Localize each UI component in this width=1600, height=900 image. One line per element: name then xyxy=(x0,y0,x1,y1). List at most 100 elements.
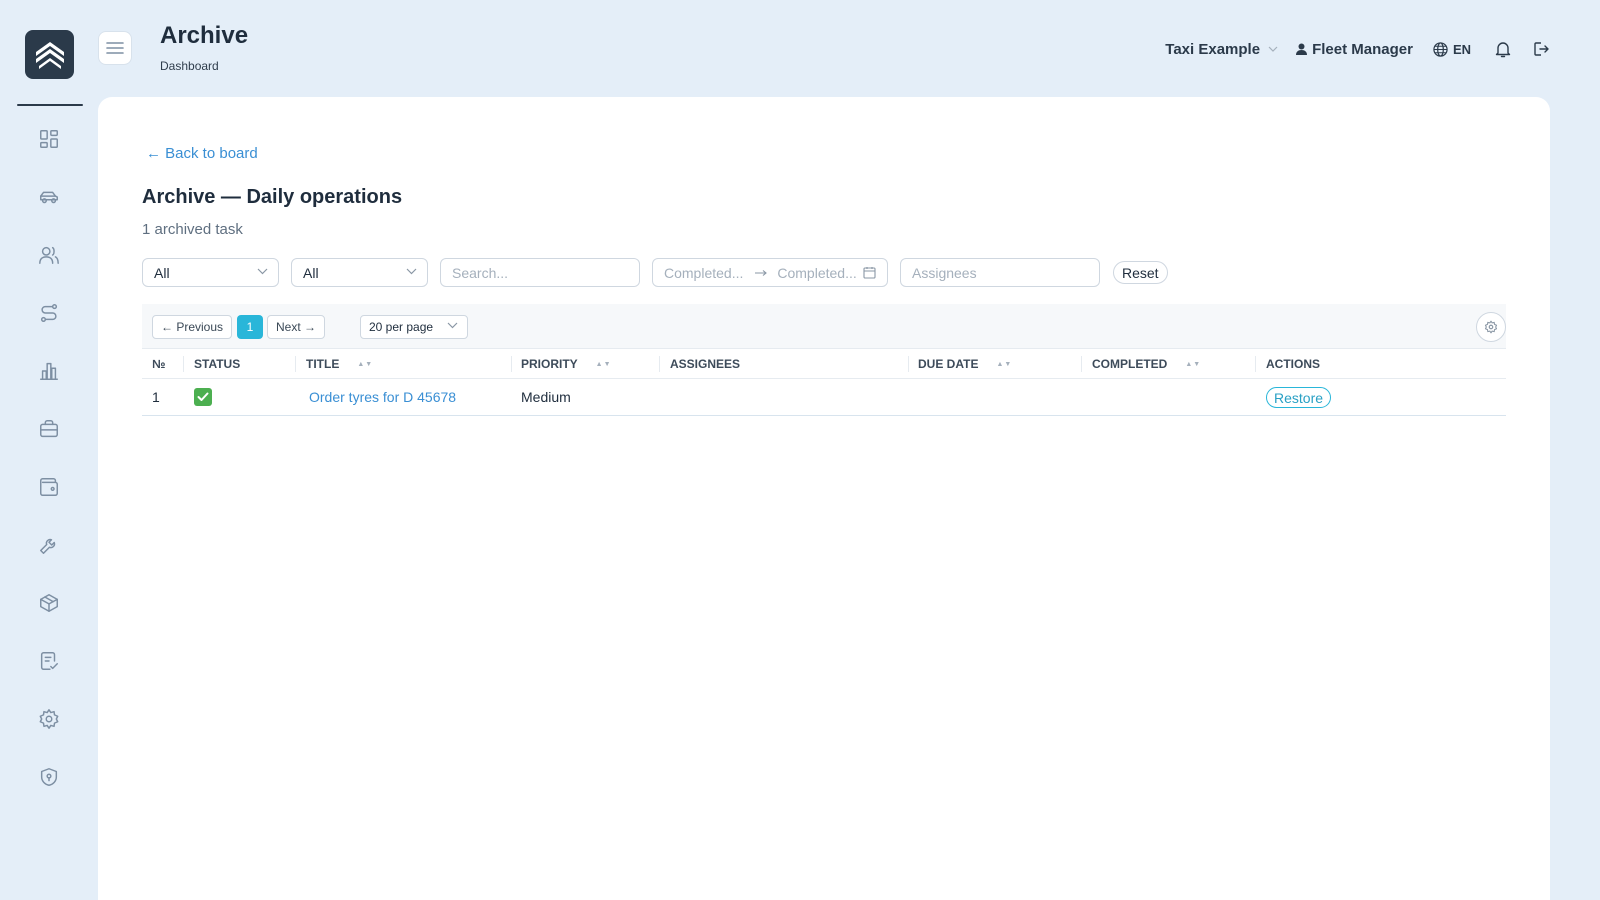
sidebar-item-reports[interactable] xyxy=(36,358,62,384)
status-filter-select[interactable]: All xyxy=(142,258,279,287)
shield-icon xyxy=(40,768,58,786)
chevron-down-icon xyxy=(406,268,417,275)
calendar-icon xyxy=(863,267,876,279)
table-header: № Status Title ▲▼ Priority ▲▼ Assignees … xyxy=(142,349,1506,379)
per-page-value: 20 per page xyxy=(369,320,434,334)
status-filter-value: All xyxy=(154,265,170,281)
row-number: 1 xyxy=(152,389,160,405)
sidebar-item-vehicles[interactable] xyxy=(36,184,62,210)
column-header-status: Status xyxy=(194,357,241,371)
column-header-completed[interactable]: Completed ▲▼ xyxy=(1092,357,1201,371)
logo-chevrons-icon xyxy=(35,41,64,69)
archived-count: 1 archived task xyxy=(142,221,243,238)
restore-button[interactable]: Restore xyxy=(1266,387,1332,408)
column-header-title[interactable]: Title ▲▼ xyxy=(306,357,373,371)
previous-page-button[interactable]: ← Previous xyxy=(152,315,233,339)
archive-table: ← Previous 1 Next → 20 per page № Status… xyxy=(142,304,1506,416)
sort-icon[interactable]: ▲▼ xyxy=(596,361,612,368)
chevron-down-icon xyxy=(447,322,458,329)
dashboard-icon xyxy=(40,130,58,148)
chevron-down-icon xyxy=(1268,46,1278,52)
sidebar-item-jobs[interactable] xyxy=(36,416,62,442)
user-menu[interactable]: Fleet Manager xyxy=(1296,41,1413,58)
language-code: EN xyxy=(1452,41,1471,57)
car-icon xyxy=(40,191,58,204)
column-header-number: № xyxy=(152,357,166,371)
completed-date-range[interactable]: Completed... Completed... xyxy=(652,258,888,287)
column-header-due-date[interactable]: Due date ▲▼ xyxy=(918,357,1012,371)
page-title: Archive xyxy=(160,22,249,49)
column-divider xyxy=(511,356,512,372)
globe-icon xyxy=(1433,41,1448,57)
language-selector[interactable]: EN xyxy=(1433,42,1471,57)
table-settings-button[interactable] xyxy=(1476,312,1506,342)
wallet-icon xyxy=(40,478,58,496)
column-header-title-label: Title xyxy=(306,357,340,371)
route-icon xyxy=(40,304,58,322)
user-icon xyxy=(1296,43,1308,55)
sidebar-item-users[interactable] xyxy=(36,242,62,268)
sidebar xyxy=(0,0,98,900)
completed-to-field[interactable]: Completed... xyxy=(777,265,856,281)
column-divider xyxy=(183,356,184,372)
bell-icon xyxy=(1495,42,1511,58)
priority-filter-select[interactable]: All xyxy=(291,258,428,287)
gear-icon xyxy=(1484,320,1498,334)
column-header-completed-label: Completed xyxy=(1092,357,1168,371)
notifications-button[interactable] xyxy=(1495,40,1511,58)
archive-title: Archive — Daily operations xyxy=(142,186,403,208)
logout-button[interactable] xyxy=(1533,41,1550,57)
app-logo[interactable] xyxy=(25,30,74,79)
column-header-priority-label: Priority xyxy=(521,357,578,371)
logout-icon xyxy=(1534,42,1549,56)
sidebar-item-security[interactable] xyxy=(36,764,62,790)
sidebar-item-tasks[interactable] xyxy=(36,648,62,674)
current-page-button[interactable]: 1 xyxy=(237,315,263,339)
table-row: 1 Order tyres for D 45678 Medium Restore xyxy=(142,379,1506,416)
column-divider xyxy=(908,356,909,372)
company-name: Taxi Example xyxy=(1165,40,1261,58)
hamburger-icon xyxy=(106,42,124,54)
topbar-actions: Taxi Example Fleet Manager EN xyxy=(1165,38,1550,60)
arrow-right-icon xyxy=(755,269,768,276)
assignees-filter-input[interactable] xyxy=(900,258,1100,287)
column-header-priority[interactable]: Priority ▲▼ xyxy=(521,357,612,371)
search-input[interactable] xyxy=(440,258,640,287)
menu-toggle-button[interactable] xyxy=(98,31,132,65)
package-icon xyxy=(40,594,58,612)
sidebar-divider xyxy=(17,104,83,106)
sidebar-item-maintenance[interactable] xyxy=(36,532,62,558)
completed-from-field[interactable]: Completed... xyxy=(664,265,743,281)
bar-chart-icon xyxy=(40,362,58,380)
filter-bar: All All Completed... Completed... Reset xyxy=(142,258,1542,287)
task-priority: Medium xyxy=(521,389,571,405)
completed-check-icon xyxy=(194,388,212,406)
back-to-board-link[interactable]: ← Back to board xyxy=(146,145,258,162)
users-icon xyxy=(39,246,59,264)
column-divider xyxy=(295,356,296,372)
column-divider xyxy=(659,356,660,372)
sidebar-item-settings[interactable] xyxy=(36,706,62,732)
breadcrumb[interactable]: Dashboard xyxy=(160,59,219,73)
column-divider xyxy=(1255,356,1256,372)
sidebar-item-routes[interactable] xyxy=(36,300,62,326)
next-page-button[interactable]: Next → xyxy=(267,315,326,339)
company-selector[interactable]: Taxi Example xyxy=(1165,41,1278,58)
column-header-due-date-label: Due date xyxy=(918,357,979,371)
sidebar-item-inventory[interactable] xyxy=(36,590,62,616)
priority-filter-value: All xyxy=(303,265,319,281)
archive-panel: ← Back to board Archive — Daily operatio… xyxy=(98,97,1550,900)
per-page-select[interactable]: 20 per page xyxy=(360,315,468,339)
sidebar-item-finance[interactable] xyxy=(36,474,62,500)
sort-icon[interactable]: ▲▼ xyxy=(996,361,1012,368)
task-title-link[interactable]: Order tyres for D 45678 xyxy=(309,389,456,405)
table-toolbar: ← Previous 1 Next → 20 per page xyxy=(142,304,1506,349)
column-header-assignees: Assignees xyxy=(670,357,741,371)
sort-icon[interactable]: ▲▼ xyxy=(1185,361,1201,368)
reset-filters-button[interactable]: Reset xyxy=(1113,261,1168,284)
chevron-down-icon xyxy=(257,268,268,275)
sort-icon[interactable]: ▲▼ xyxy=(357,361,373,368)
column-header-actions: Actions xyxy=(1266,357,1320,371)
sidebar-item-dashboard[interactable] xyxy=(36,126,62,152)
column-divider xyxy=(1081,356,1082,372)
